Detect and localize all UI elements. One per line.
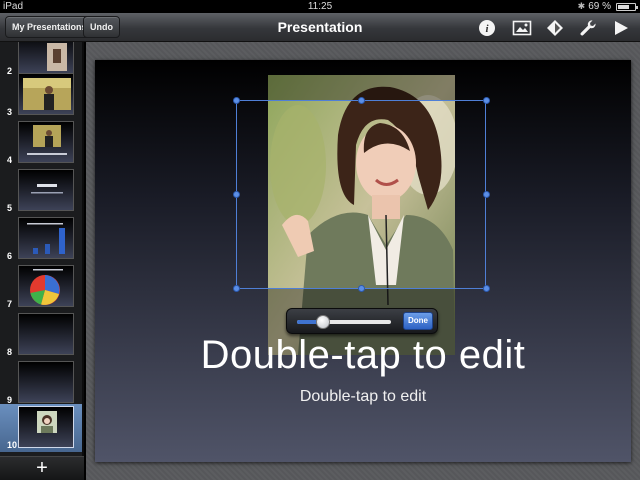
slide-thumbnail xyxy=(18,265,74,307)
clock: 11:25 xyxy=(307,1,333,12)
slide-thumbnail-row[interactable]: 3 xyxy=(0,71,82,119)
status-right: ✱ 69 % xyxy=(577,1,638,12)
resize-handle-top-left[interactable] xyxy=(233,97,240,104)
slide-navigator: 2 3 4 5 6 7 8 9 10 xyxy=(0,42,84,456)
slide-thumbnail-row[interactable]: 7 xyxy=(0,263,82,311)
info-icon[interactable]: i xyxy=(478,19,496,37)
animation-icon[interactable] xyxy=(545,19,565,37)
my-presentations-button[interactable]: My Presentations xyxy=(5,16,94,38)
slide-thumbnail xyxy=(18,169,74,211)
add-slide-button[interactable]: + xyxy=(30,457,54,480)
slide-subtitle[interactable]: Double-tap to edit xyxy=(86,388,640,406)
slide-canvas: Double-tap to edit Double-tap to edit Do… xyxy=(86,42,640,480)
done-button[interactable]: Done xyxy=(403,312,433,330)
battery-percent: 69 % xyxy=(588,1,611,12)
slide-thumbnail-row[interactable]: 9 xyxy=(0,359,82,407)
battery-icon xyxy=(616,2,638,11)
mask-zoom-control: Done xyxy=(286,308,438,334)
media-icon[interactable] xyxy=(512,19,532,37)
selection-frame xyxy=(233,97,490,292)
toolbar: My Presentations Undo Presentation i xyxy=(0,13,640,42)
undo-button[interactable]: Undo xyxy=(83,16,120,38)
resize-handle-bottom[interactable] xyxy=(358,285,365,292)
slide-thumbnail-row[interactable]: 6 xyxy=(0,215,82,263)
resize-handle-left[interactable] xyxy=(233,191,240,198)
slide-number: 3 xyxy=(7,107,13,117)
slide-number: 5 xyxy=(7,203,13,213)
slide-number: 4 xyxy=(7,155,13,165)
status-bar: iPad 11:25 ✱ 69 % xyxy=(0,0,640,13)
slide-number: 7 xyxy=(7,299,13,309)
bluetooth-icon: ✱ xyxy=(577,1,586,11)
slide-thumbnail xyxy=(18,406,74,448)
play-icon[interactable] xyxy=(612,19,630,37)
resize-handle-top[interactable] xyxy=(358,97,365,104)
slide-number: 8 xyxy=(7,347,13,357)
slide-thumbnail xyxy=(18,313,74,355)
slide-thumbnail-row[interactable]: 5 xyxy=(0,167,82,215)
resize-handle-right[interactable] xyxy=(483,191,490,198)
slide-thumbnail xyxy=(18,73,74,115)
resize-handle-bottom-right[interactable] xyxy=(483,285,490,292)
zoom-slider-knob[interactable] xyxy=(316,315,330,329)
wrench-icon[interactable] xyxy=(579,19,597,37)
resize-handle-top-right[interactable] xyxy=(483,97,490,104)
slide-thumbnail-row-selected[interactable]: 10 xyxy=(0,404,82,452)
slide-thumbnail xyxy=(18,217,74,259)
slide-thumbnail-row[interactable]: 8 xyxy=(0,311,82,359)
slide-thumbnail-row[interactable]: 4 xyxy=(0,119,82,167)
slide-number: 6 xyxy=(7,251,13,261)
slide-number: 10 xyxy=(7,440,18,450)
resize-handle-bottom-left[interactable] xyxy=(233,285,240,292)
battery-fill xyxy=(618,4,629,9)
document-title: Presentation xyxy=(277,19,363,35)
zoom-slider-track[interactable] xyxy=(297,320,391,324)
slide-thumbnail xyxy=(18,361,74,403)
slide-thumbnail xyxy=(18,42,74,74)
add-slide-bar: + xyxy=(0,456,84,480)
slide-thumbnail xyxy=(18,121,74,163)
slide-title[interactable]: Double-tap to edit xyxy=(86,333,640,378)
